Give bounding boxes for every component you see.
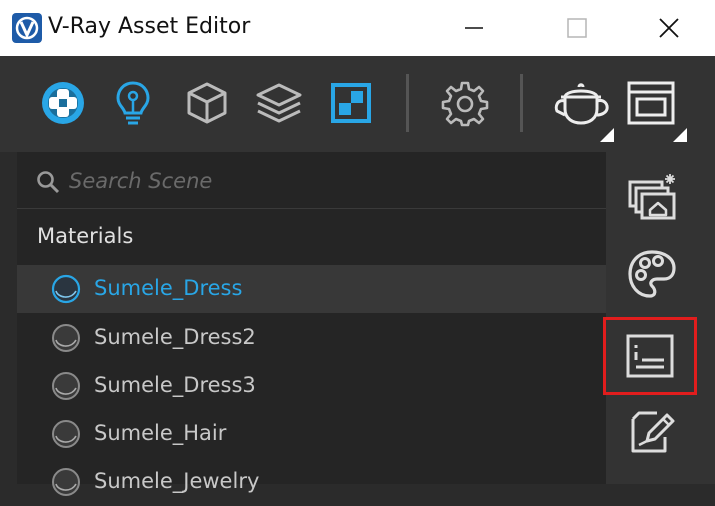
lights-icon bbox=[116, 81, 150, 125]
material-preview-icon bbox=[52, 372, 80, 400]
vray-logo-icon bbox=[12, 13, 42, 43]
frame-buffer-icon bbox=[627, 81, 675, 125]
maximize-button[interactable] bbox=[555, 10, 599, 46]
render-icon bbox=[554, 83, 609, 125]
geometry-tab[interactable] bbox=[182, 78, 232, 128]
materials-icon bbox=[42, 82, 84, 124]
render-dropdown-icon[interactable] bbox=[600, 128, 614, 142]
close-button[interactable] bbox=[647, 10, 691, 46]
render-elements-tab[interactable] bbox=[326, 78, 376, 128]
close-icon bbox=[659, 18, 679, 38]
search-icon bbox=[37, 171, 60, 194]
asset-list-panel: Materials Sumele_Dress Sumele_Dress2 Sum… bbox=[17, 152, 606, 496]
materials-category-title: Materials bbox=[37, 224, 134, 248]
material-label: Sumele_Dress3 bbox=[94, 373, 256, 397]
side-panel bbox=[603, 152, 715, 484]
material-item-sumele-dress2[interactable]: Sumele_Dress2 bbox=[17, 314, 606, 362]
window-title: V-Ray Asset Editor bbox=[48, 14, 251, 39]
frame-buffer-button[interactable] bbox=[626, 78, 676, 128]
material-label: Sumele_Dress2 bbox=[94, 325, 256, 349]
material-label: Sumele_Dress bbox=[94, 276, 243, 300]
material-library-icon bbox=[628, 250, 676, 298]
minimize-icon bbox=[465, 27, 483, 29]
material-item-sumele-dress[interactable]: Sumele_Dress bbox=[17, 265, 606, 313]
edit-asset-icon bbox=[631, 411, 675, 453]
layers-icon bbox=[256, 83, 302, 123]
render-elements-icon bbox=[331, 83, 371, 123]
geometry-icon bbox=[187, 82, 227, 124]
material-item-sumele-jewelry[interactable]: Sumele_Jewelry bbox=[17, 458, 606, 506]
toolbar-separator bbox=[406, 74, 409, 132]
material-preview-icon bbox=[52, 468, 80, 496]
title-bar: V-Ray Asset Editor bbox=[0, 0, 715, 56]
material-preview-icon bbox=[52, 420, 80, 448]
material-preview-icon bbox=[52, 324, 80, 352]
material-label: Sumele_Hair bbox=[94, 421, 227, 445]
lights-tab[interactable] bbox=[108, 78, 158, 128]
search-input[interactable] bbox=[67, 164, 591, 198]
maximize-icon bbox=[567, 18, 587, 38]
toolbar-separator bbox=[520, 74, 523, 132]
settings-icon bbox=[441, 81, 489, 127]
asset-properties-icon bbox=[626, 334, 674, 378]
frame-buffer-dropdown-icon[interactable] bbox=[673, 128, 687, 142]
create-asset-icon bbox=[628, 174, 676, 220]
material-item-sumele-hair[interactable]: Sumele_Hair bbox=[17, 410, 606, 458]
asset-properties-button[interactable] bbox=[603, 317, 697, 395]
edit-asset-button[interactable] bbox=[620, 400, 684, 464]
material-preview-icon bbox=[51, 274, 81, 304]
layers-tab[interactable] bbox=[254, 78, 304, 128]
material-label: Sumele_Jewelry bbox=[94, 469, 260, 493]
main-toolbar bbox=[0, 56, 715, 152]
material-library-button[interactable] bbox=[620, 242, 684, 306]
materials-tab[interactable] bbox=[38, 78, 88, 128]
render-button[interactable] bbox=[552, 78, 610, 128]
settings-tab[interactable] bbox=[440, 78, 490, 128]
search-bar bbox=[17, 152, 606, 209]
material-item-sumele-dress3[interactable]: Sumele_Dress3 bbox=[17, 362, 606, 410]
create-asset-button[interactable] bbox=[620, 164, 684, 228]
minimize-button[interactable] bbox=[452, 10, 496, 46]
